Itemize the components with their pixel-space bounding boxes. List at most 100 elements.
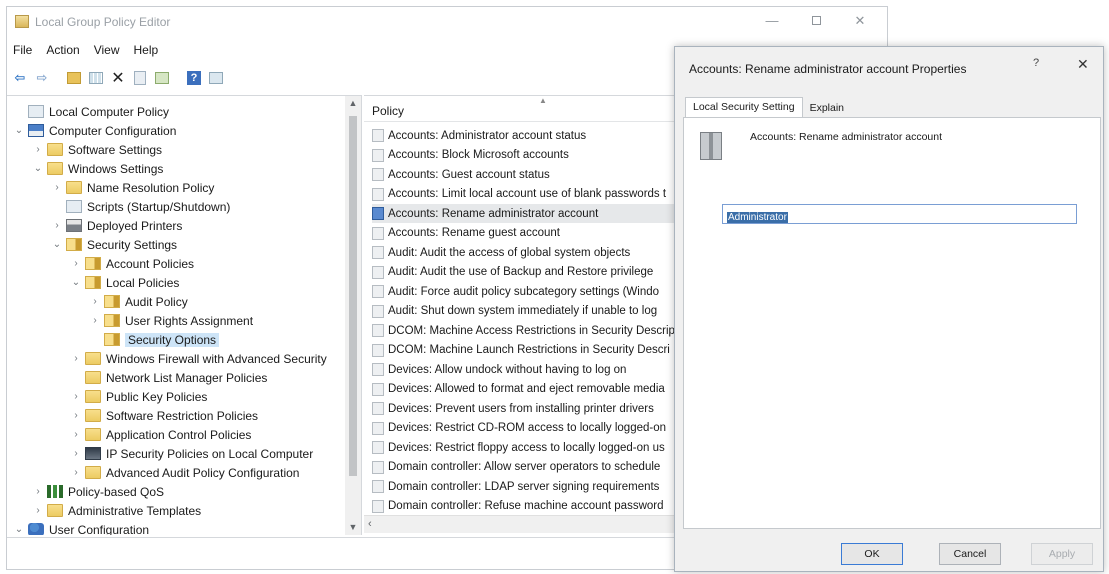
chevron-right-icon[interactable]: › <box>70 467 82 478</box>
tree-item[interactable]: › Administrative Templates <box>32 501 201 520</box>
dialog-close-button[interactable]: ✕ <box>1077 56 1089 73</box>
chevron-down-icon[interactable]: ⌄ <box>13 125 25 136</box>
policy-list-item[interactable]: Domain controller: Allow server operator… <box>372 458 682 477</box>
menu-help[interactable]: Help <box>134 43 159 63</box>
tree-item[interactable]: › Advanced Audit Policy Configuration <box>70 463 299 482</box>
menu-file[interactable]: File <box>13 43 32 63</box>
policy-list-item[interactable]: DCOM: Machine Launch Restrictions in Sec… <box>372 341 682 360</box>
tree-item[interactable]: › Windows Firewall with Advanced Security <box>70 349 326 368</box>
chevron-right-icon[interactable]: › <box>70 258 82 269</box>
chevron-right-icon[interactable]: › <box>70 448 82 459</box>
scroll-up-icon[interactable]: ▲ <box>345 98 361 108</box>
tab-local-security-setting[interactable]: Local Security Setting <box>685 97 803 117</box>
chevron-down-icon[interactable]: ⌄ <box>51 239 63 250</box>
tree-item-label: Network List Manager Policies <box>106 370 268 385</box>
chevron-right-icon[interactable]: › <box>89 296 101 307</box>
close-button[interactable]: ✕ <box>843 11 877 31</box>
tree-item[interactable]: › Name Resolution Policy <box>51 178 214 197</box>
tree-item[interactable]: ⌄ Windows Settings <box>32 159 164 178</box>
ok-button[interactable]: OK <box>841 543 903 565</box>
policy-list-item[interactable]: Devices: Allow undock without having to … <box>372 360 682 379</box>
chevron-right-icon[interactable]: › <box>32 144 44 155</box>
tree-item[interactable]: › Software Settings <box>32 140 162 159</box>
policy-list-item-label: Accounts: Limit local account use of bla… <box>388 188 667 200</box>
tree-item[interactable]: › Public Key Policies <box>70 387 207 406</box>
tree-item[interactable]: Security Options <box>89 330 220 349</box>
delete-icon[interactable]: ✕ <box>109 69 127 87</box>
policy-list-item[interactable]: Domain controller: Refuse machine accoun… <box>372 497 682 516</box>
tree-item[interactable]: › Application Control Policies <box>70 425 251 444</box>
policy-list-item[interactable]: Audit: Shut down system immediately if u… <box>372 302 682 321</box>
server-policy-icon <box>700 132 722 160</box>
apply-button[interactable]: Apply <box>1031 543 1093 565</box>
cancel-button[interactable]: Cancel <box>939 543 1001 565</box>
tree-item[interactable]: › Software Restriction Policies <box>70 406 258 425</box>
tree-item[interactable]: ⌄ Computer Configuration <box>13 121 177 140</box>
policy-list-item[interactable]: Devices: Prevent users from installing p… <box>372 399 682 418</box>
chevron-right-icon[interactable]: › <box>70 353 82 364</box>
policy-list-item[interactable]: Devices: Restrict CD-ROM access to local… <box>372 419 682 438</box>
policy-list-item[interactable]: Devices: Allowed to format and eject rem… <box>372 380 682 399</box>
policy-list-item[interactable]: Devices: Restrict floppy access to local… <box>372 438 682 457</box>
back-arrow-icon[interactable]: ⇦ <box>11 69 29 87</box>
policy-list-item[interactable]: Accounts: Rename guest account <box>372 224 682 243</box>
tree-item[interactable]: › Audit Policy <box>89 292 187 311</box>
tree-item[interactable]: Network List Manager Policies <box>70 368 267 387</box>
policy-list-item[interactable]: Audit: Force audit policy subcategory se… <box>372 282 682 301</box>
chevron-right-icon[interactable]: › <box>32 486 44 497</box>
tree-item[interactable]: ⌄ Local Policies <box>70 273 180 292</box>
chevron-right-icon[interactable]: › <box>70 429 82 440</box>
properties-icon[interactable] <box>131 69 149 87</box>
policy-setting-icon <box>372 363 384 376</box>
policy-list-item[interactable]: Audit: Audit the access of global system… <box>372 243 682 262</box>
policy-list-item[interactable]: Accounts: Limit local account use of bla… <box>372 185 682 204</box>
tree-scrollbar[interactable]: ▲ ▼ <box>345 96 361 535</box>
chevron-right-icon[interactable]: › <box>51 182 63 193</box>
policy-list-item[interactable]: Accounts: Rename administrator account <box>372 204 682 223</box>
policy-setting-icon <box>372 402 384 415</box>
chevron-right-icon[interactable]: › <box>70 410 82 421</box>
maximize-button[interactable] <box>799 11 833 31</box>
help-icon[interactable]: ? <box>185 69 203 87</box>
chevron-down-icon[interactable]: ⌄ <box>13 524 25 535</box>
tree-item[interactable]: ⌄ Security Settings <box>51 235 177 254</box>
chevron-right-icon[interactable]: › <box>32 505 44 516</box>
scroll-down-icon[interactable]: ▼ <box>345 522 361 532</box>
tree-item[interactable]: › Policy-based QoS <box>32 482 164 501</box>
policy-list-item[interactable]: DCOM: Machine Access Restrictions in Sec… <box>372 321 682 340</box>
tree-item[interactable]: › Account Policies <box>70 254 194 273</box>
chevron-down-icon[interactable]: ⌄ <box>70 277 82 288</box>
policy-list: Policy ▲ Accounts: Administrator account… <box>364 95 682 535</box>
tree-item[interactable]: ⌄ User Configuration <box>13 520 149 535</box>
account-name-input[interactable]: Administrator <box>722 204 1077 224</box>
tree-scroll-thumb[interactable] <box>349 116 357 476</box>
tree-item[interactable]: Local Computer Policy <box>13 102 169 121</box>
tree-item[interactable]: › Deployed Printers <box>51 216 182 235</box>
chevron-right-icon[interactable]: › <box>51 220 63 231</box>
mmc-icon[interactable] <box>207 69 225 87</box>
menu-view[interactable]: View <box>94 43 120 63</box>
chevron-down-icon[interactable]: ⌄ <box>32 163 44 174</box>
help-button[interactable]: ? <box>1033 57 1039 69</box>
console-tree: Local Computer Policy ⌄ Computer Configura… <box>7 95 362 535</box>
list-horizontal-scrollbar[interactable]: ‹ <box>364 515 682 533</box>
tree-item[interactable]: Scripts (Startup/Shutdown) <box>51 197 230 216</box>
chevron-right-icon[interactable]: › <box>70 391 82 402</box>
tree-item[interactable]: › IP Security Policies on Local Computer <box>70 444 313 463</box>
export-list-icon[interactable] <box>153 69 171 87</box>
policy-list-item[interactable]: Domain controller: LDAP server signing r… <box>372 477 682 496</box>
menu-action[interactable]: Action <box>46 43 79 63</box>
folder-up-icon[interactable] <box>65 69 83 87</box>
policy-list-item[interactable]: Accounts: Guest account status <box>372 165 682 184</box>
chevron-right-icon[interactable]: › <box>89 315 101 326</box>
tree-item[interactable]: › User Rights Assignment <box>89 311 253 330</box>
policy-list-item[interactable]: Accounts: Block Microsoft accounts <box>372 146 682 165</box>
minimize-button[interactable]: — <box>755 11 789 31</box>
forward-arrow-icon[interactable]: ⇨ <box>33 69 51 87</box>
policy-column-header[interactable]: Policy ▲ <box>364 96 682 122</box>
tab-explain[interactable]: Explain <box>802 97 852 117</box>
policy-list-item[interactable]: Audit: Audit the use of Backup and Resto… <box>372 263 682 282</box>
scroll-left-icon[interactable]: ‹ <box>368 518 372 530</box>
policy-list-item[interactable]: Accounts: Administrator account status <box>372 126 682 145</box>
show-tree-icon[interactable] <box>87 69 105 87</box>
